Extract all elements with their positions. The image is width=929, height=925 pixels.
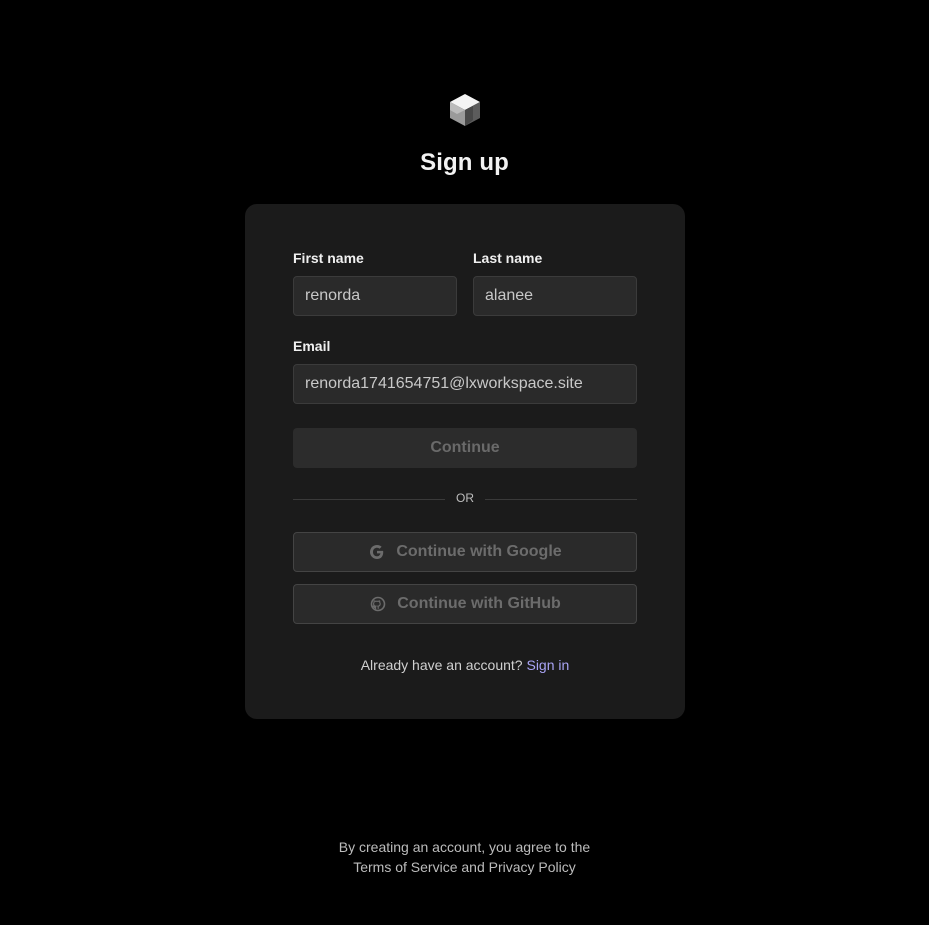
last-name-label: Last name <box>473 250 543 266</box>
privacy-policy-link[interactable]: Privacy Policy <box>489 859 576 875</box>
continue-with-github-button[interactable]: Continue with GitHub <box>293 584 637 624</box>
divider-text: OR <box>456 491 474 505</box>
signup-page: Sign up First name renorda Last name ala… <box>0 0 929 925</box>
terms-of-service-link[interactable]: Terms of Service <box>353 859 457 875</box>
github-icon <box>369 595 387 613</box>
footer-and-text: and <box>461 859 485 875</box>
page-title: Sign up <box>420 149 509 176</box>
signin-link[interactable]: Sign in <box>526 657 569 673</box>
cube-logo-icon <box>450 94 480 126</box>
google-icon <box>368 543 386 561</box>
google-button-label: Continue with Google <box>396 543 562 560</box>
signin-row: Already have an account? Sign in <box>245 657 685 673</box>
continue-with-google-button[interactable]: Continue with Google <box>293 532 637 572</box>
signin-prompt: Already have an account? <box>360 657 523 673</box>
last-name-input[interactable]: alanee <box>473 276 637 316</box>
first-name-label: First name <box>293 250 364 266</box>
footer-line-2: Terms of Service and Privacy Policy <box>0 857 929 877</box>
or-divider: OR <box>293 490 637 508</box>
email-label: Email <box>293 338 331 354</box>
divider-line-right <box>485 499 637 500</box>
continue-button[interactable]: Continue <box>293 428 637 468</box>
legal-footer: By creating an account, you agree to the… <box>0 837 929 877</box>
signup-card: First name renorda Last name alanee Emai… <box>245 204 685 719</box>
email-input[interactable]: renorda1741654751@lxworkspace.site <box>293 364 637 404</box>
footer-line-1: By creating an account, you agree to the <box>338 839 591 855</box>
github-button-label: Continue with GitHub <box>397 595 561 612</box>
first-name-input[interactable]: renorda <box>293 276 457 316</box>
